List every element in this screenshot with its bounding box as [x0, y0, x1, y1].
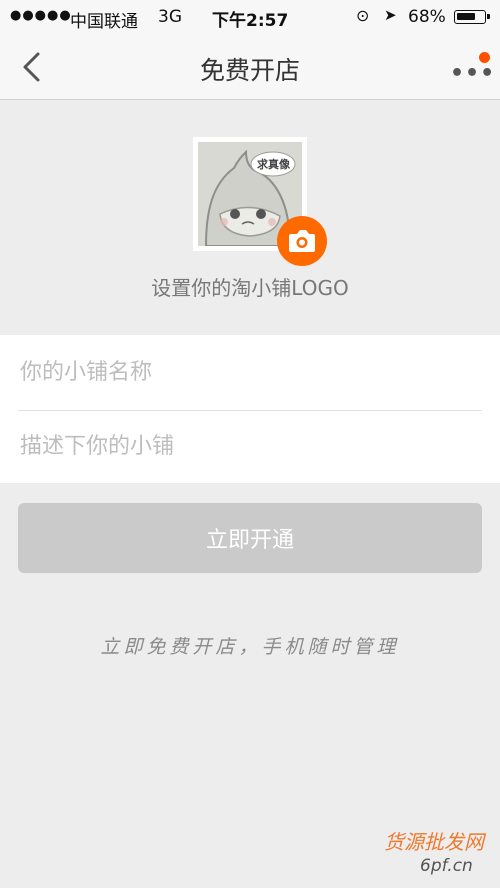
battery-percent: 68%: [408, 7, 446, 27]
camera-button[interactable]: [277, 216, 327, 266]
logo-caption: 设置你的淘小铺LOGO: [151, 276, 349, 300]
status-time: 下午2:57: [212, 11, 289, 31]
more-dots-icon: •••: [450, 61, 496, 86]
tagline: 立即免费开店，手机随时管理: [100, 636, 400, 658]
carrier-name: 中国联通: [70, 12, 138, 32]
status-bar: ●●●●● 中国联通 3G 下午2:57 ⊙ ➤ 68%: [0, 0, 500, 34]
shop-form: [0, 335, 500, 483]
location-arrow-icon: ➤: [384, 6, 397, 24]
more-button[interactable]: •••: [444, 50, 494, 86]
battery-icon: [454, 10, 490, 24]
camera-icon: [289, 230, 315, 252]
watermark-text: 货源批发网: [384, 830, 484, 854]
shop-name-input[interactable]: [18, 335, 482, 409]
navigation-bar: 免费开店 •••: [0, 34, 500, 100]
signal-strength-icon: ●●●●●: [10, 8, 72, 23]
page-title: 免费开店: [199, 56, 300, 85]
open-shop-button[interactable]: 立即开通: [18, 503, 482, 573]
battery-fill: [457, 13, 475, 20]
shop-description-input[interactable]: [18, 409, 482, 483]
watermark-url: 6pf.cn: [420, 856, 473, 876]
speech-bubble-text: 求真像: [257, 158, 290, 171]
network-type: 3G: [158, 7, 182, 27]
notification-badge: [479, 52, 490, 63]
rotation-lock-icon: ⊙: [356, 6, 370, 25]
